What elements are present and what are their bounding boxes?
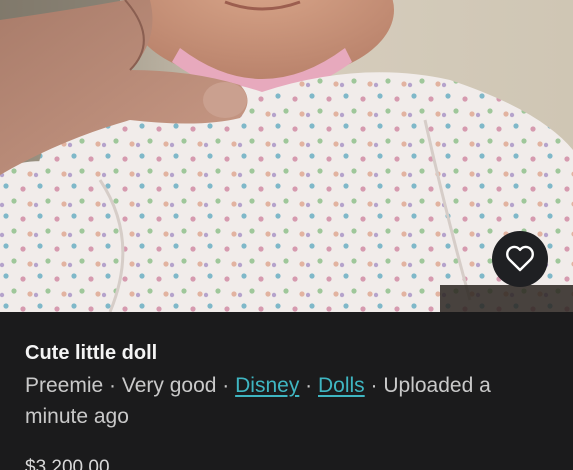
listing-meta: Preemie · Very good · Disney · Dolls · U… [25, 370, 555, 432]
category-link[interactable]: Dolls [318, 374, 365, 397]
separator: · [364, 374, 384, 397]
separator: · [103, 374, 122, 397]
listing-card[interactable]: Cute little doll Preemie · Very good · D… [0, 0, 573, 470]
condition-label: Very good [121, 374, 217, 397]
listing-info: Cute little doll Preemie · Very good · D… [0, 312, 573, 470]
separator: · [216, 374, 236, 397]
brand-link[interactable]: Disney [235, 374, 299, 397]
uploaded-prefix: Uploaded [383, 374, 474, 397]
heart-outline-icon [505, 245, 535, 273]
favorite-button[interactable] [492, 231, 548, 287]
listing-title[interactable]: Cute little doll [25, 342, 157, 365]
listing-photo[interactable] [0, 0, 573, 312]
separator: · [299, 374, 318, 397]
size-label: Preemie [25, 374, 104, 397]
listing-price: $3,200.00 [25, 457, 110, 470]
